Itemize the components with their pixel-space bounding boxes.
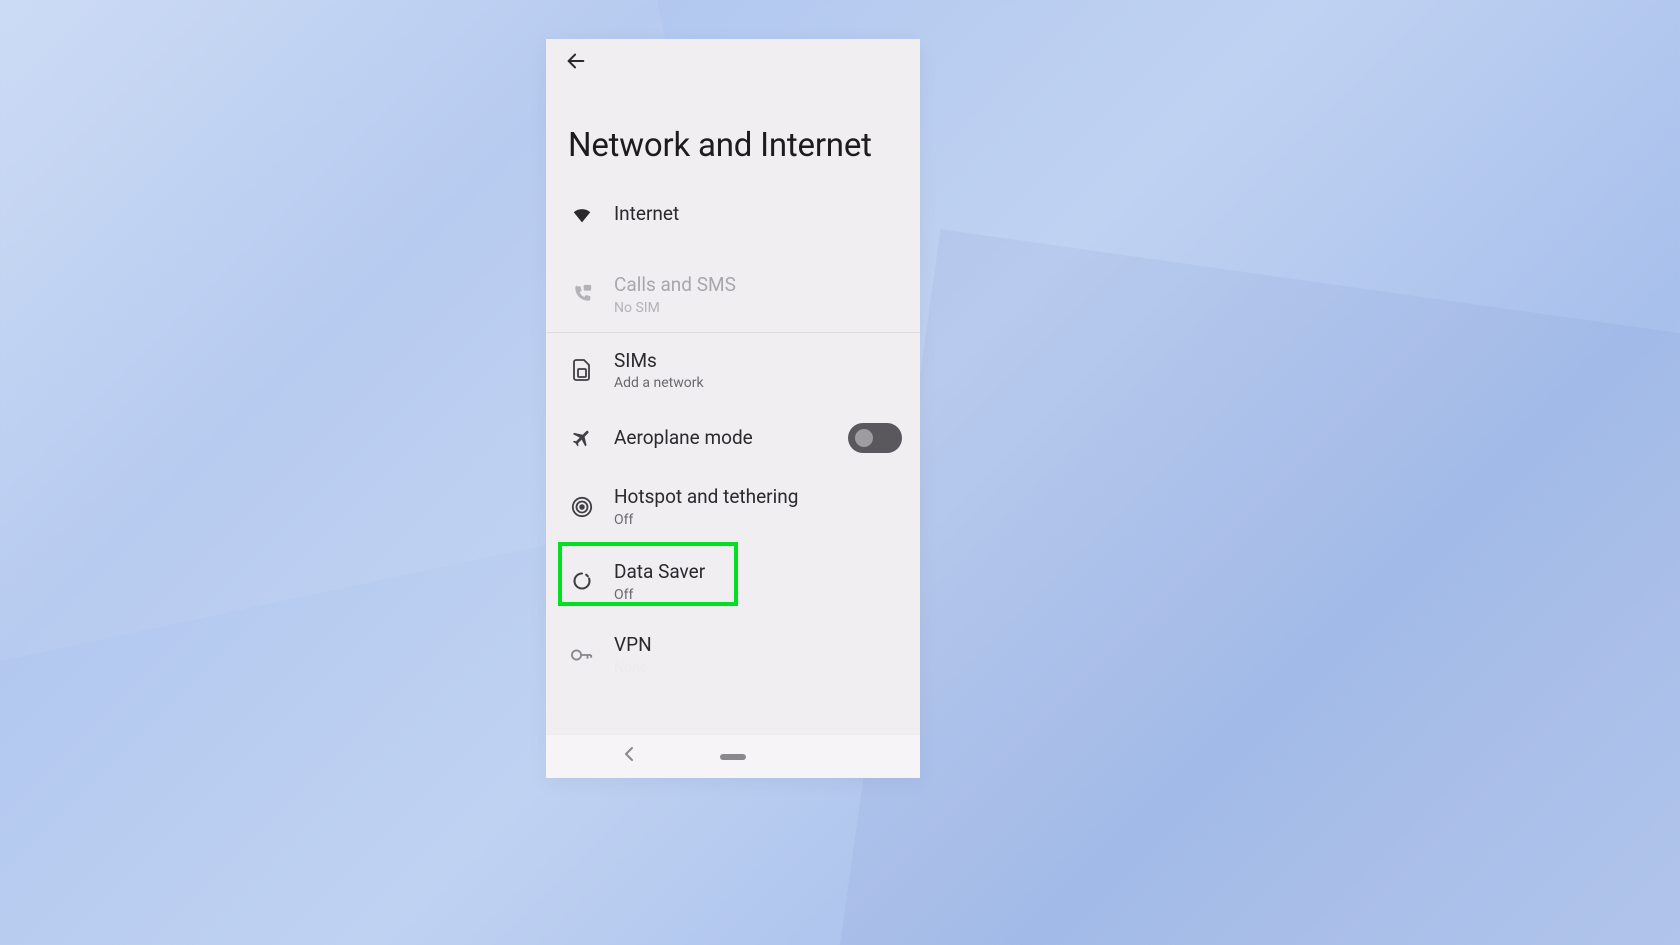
- setting-internet[interactable]: Internet: [546, 184, 920, 257]
- setting-label: Aeroplane mode: [614, 426, 848, 451]
- back-button[interactable]: [562, 47, 590, 75]
- settings-list: Internet Calls and SMS No SIM SIMs Add a…: [546, 184, 920, 734]
- setting-hotspot-tethering[interactable]: Hotspot and tethering Off: [546, 469, 920, 544]
- nav-home-pill[interactable]: [720, 754, 746, 760]
- top-app-bar: [546, 39, 920, 83]
- phone-screen: Network and Internet Internet Calls and …: [546, 39, 920, 778]
- page-title-area: Network and Internet: [546, 83, 920, 184]
- setting-label: Data Saver: [614, 560, 902, 585]
- setting-subtitle: Add a network: [614, 375, 902, 391]
- setting-subtitle: Off: [614, 512, 902, 528]
- setting-sims[interactable]: SIMs Add a network: [546, 333, 920, 408]
- toggle-knob: [855, 429, 873, 447]
- aeroplane-mode-toggle[interactable]: [848, 423, 902, 453]
- sim-card-icon: [573, 359, 591, 381]
- hotspot-icon: [571, 496, 593, 518]
- setting-label: VPN: [614, 633, 902, 658]
- vpn-key-icon: [571, 648, 593, 662]
- setting-subtitle: No SIM: [614, 300, 902, 316]
- phone-message-icon: [572, 284, 592, 304]
- setting-label: SIMs: [614, 349, 902, 374]
- arrow-left-icon: [565, 50, 587, 72]
- setting-subtitle: Off: [614, 587, 902, 603]
- setting-label: Calls and SMS: [614, 273, 902, 298]
- system-nav-bar: [546, 734, 920, 778]
- page-title: Network and Internet: [568, 125, 898, 166]
- setting-subtitle: None: [614, 660, 902, 676]
- setting-calls-sms: Calls and SMS No SIM: [546, 257, 920, 332]
- data-saver-icon: [572, 571, 592, 591]
- setting-data-saver[interactable]: Data Saver Off: [546, 544, 920, 619]
- nav-back-chevron-icon[interactable]: [624, 746, 634, 767]
- wifi-icon: [571, 204, 593, 226]
- setting-vpn[interactable]: VPN None: [546, 619, 920, 677]
- airplane-icon: [571, 427, 593, 449]
- setting-label: Internet: [614, 202, 902, 227]
- setting-label: Hotspot and tethering: [614, 485, 902, 510]
- setting-aeroplane-mode[interactable]: Aeroplane mode: [546, 407, 920, 469]
